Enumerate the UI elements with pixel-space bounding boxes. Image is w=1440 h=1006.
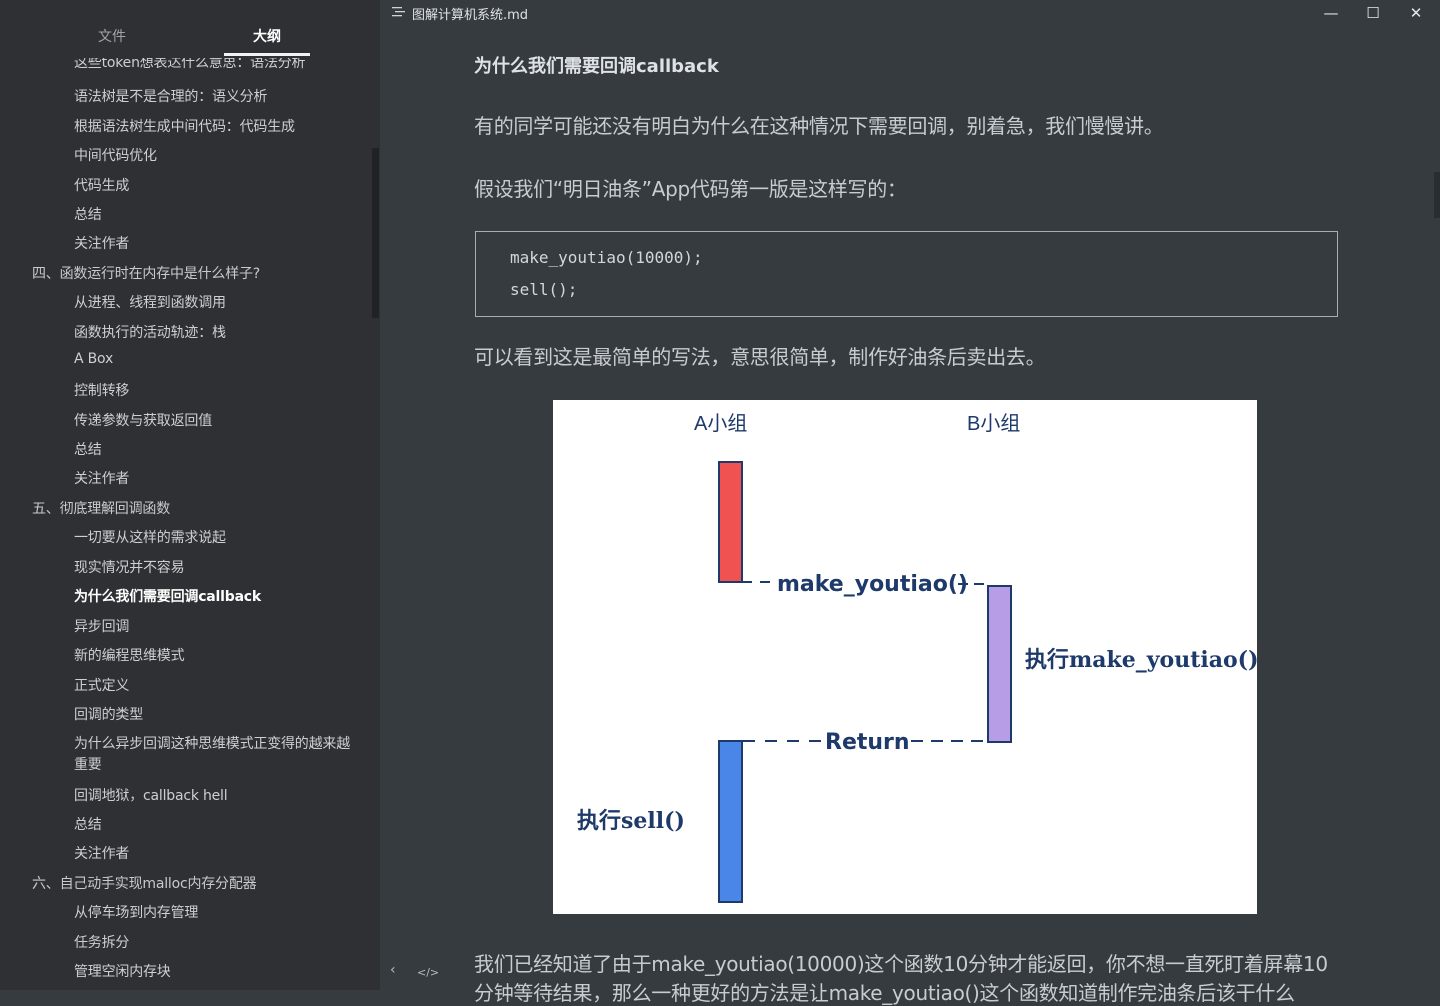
sidebar-tabs: 文件 大纲 (0, 0, 380, 58)
paragraph-2: 假设我们“明日油条”App代码第一版是这样写的： (474, 177, 907, 201)
tab-outline[interactable]: 大纲 (253, 26, 281, 46)
outline-item[interactable]: 总结 (74, 204, 102, 224)
outline-item[interactable]: 中间代码优化 (74, 145, 157, 165)
back-icon[interactable]: ‹ (390, 962, 396, 978)
outline-item[interactable]: 为什么异步回调这种思维模式正变得的越来越重要 (74, 734, 356, 776)
outline-item[interactable]: 回调地狱，callback hell (74, 785, 228, 805)
group-b-label: B小组 (967, 412, 1020, 435)
a-active-bar-blue (718, 740, 743, 903)
a-active-bar-red (718, 461, 743, 583)
b-active-bar-purple (987, 585, 1012, 743)
outline-item[interactable]: 从停车场到内存管理 (74, 902, 198, 922)
call-label: make_youtiao() (777, 572, 968, 597)
close-button[interactable]: ✕ (1401, 2, 1431, 24)
maximize-icon: ☐ (1366, 4, 1380, 22)
outline-item[interactable]: 控制转移 (74, 380, 129, 400)
editor-scrollbar[interactable] (1434, 172, 1440, 218)
active-tab-indicator (224, 53, 310, 56)
code-block[interactable]: make_youtiao(10000); sell(); (475, 231, 1338, 317)
callback-sequence-diagram: A小组 B小组 make_youtiao() 执行make_youtiao() … (553, 400, 1259, 914)
outline-item[interactable]: 回调的类型 (74, 704, 143, 724)
outline-list: 这些token想表达什么意思：语法分析语法树是不是合理的：语义分析根据语法树生成… (0, 58, 372, 990)
minimize-button[interactable]: — (1316, 2, 1346, 24)
sidebar-scrollbar[interactable] (372, 148, 379, 318)
maximize-button[interactable]: ☐ (1358, 2, 1388, 24)
diagram-svg: A小组 B小组 make_youtiao() 执行make_youtiao() … (577, 412, 1259, 903)
outline-item[interactable]: 新的编程思维模式 (74, 645, 185, 665)
code-line: sell(); (510, 280, 578, 299)
return-label: Return (825, 730, 910, 755)
outline-item[interactable]: 现实情况并不容易 (74, 557, 185, 577)
outline-item[interactable]: 这些token想表达什么意思：语法分析 (74, 58, 306, 72)
outline-item[interactable]: 任务拆分 (74, 932, 129, 952)
outline-toggle-icon[interactable] (392, 6, 406, 18)
paragraph-3: 可以看到这是最简单的写法，意思很简单，制作好油条后卖出去。 (474, 345, 1046, 369)
close-icon: ✕ (1409, 4, 1423, 22)
outline-item[interactable]: 根据语法树生成中间代码：代码生成 (74, 116, 295, 136)
section-heading: 为什么我们需要回调callback (474, 56, 719, 77)
source-code-icon[interactable]: </> (417, 966, 439, 979)
paragraph-1: 有的同学可能还没有明白为什么在这种情况下需要回调，别着急，我们慢慢讲。 (474, 114, 1164, 138)
outline-item[interactable]: 为什么我们需要回调callback (74, 586, 261, 606)
outline-item[interactable]: 语法树是不是合理的：语义分析 (74, 86, 267, 106)
outline-item[interactable]: 关注作者 (74, 233, 129, 253)
outline-item[interactable]: 正式定义 (74, 675, 129, 695)
group-a-label: A小组 (694, 412, 747, 435)
sidebar: 文件 大纲 这些token想表达什么意思：语法分析语法树是不是合理的：语义分析根… (0, 0, 380, 990)
exec-a-label: 执行sell() (577, 808, 685, 834)
window-title: 图解计算机系统.md (412, 8, 529, 23)
outline-item[interactable]: 传递参数与获取返回值 (74, 410, 212, 430)
outline-item[interactable]: 函数执行的活动轨迹：栈 (74, 322, 226, 342)
outline-item[interactable]: 代码生成 (74, 175, 129, 195)
code-line: make_youtiao(10000); (510, 248, 703, 267)
outline-item[interactable]: 总结 (74, 439, 102, 459)
tab-files[interactable]: 文件 (98, 26, 126, 46)
outline-item[interactable]: 从进程、线程到函数调用 (74, 292, 226, 312)
exec-b-label: 执行make_youtiao() (1025, 647, 1257, 673)
minimize-icon: — (1323, 4, 1339, 22)
outline-item-section[interactable]: 五、彻底理解回调函数 (32, 498, 170, 518)
outline-item[interactable]: 关注作者 (74, 843, 129, 863)
outline-item[interactable]: 一切要从这样的需求说起 (74, 527, 226, 547)
outline-item[interactable]: 管理空闲内存块 (74, 961, 171, 981)
outline-item[interactable]: 异步回调 (74, 616, 129, 636)
outline-item-section[interactable]: 六、自己动手实现malloc内存分配器 (32, 873, 257, 893)
outline-item[interactable]: A Box (74, 351, 113, 367)
paragraph-4: 我们已经知道了由于make_youtiao(10000)这个函数10分钟才能返回… (474, 952, 1328, 976)
outline-item[interactable]: 关注作者 (74, 468, 129, 488)
outline-item[interactable]: 总结 (74, 814, 102, 834)
outline-item-section[interactable]: 四、函数运行时在内存中是什么样子? (32, 263, 260, 283)
paragraph-5: 分钟等待结果，那么一种更好的方法是让make_youtiao()这个函数知道制作… (474, 981, 1295, 1005)
